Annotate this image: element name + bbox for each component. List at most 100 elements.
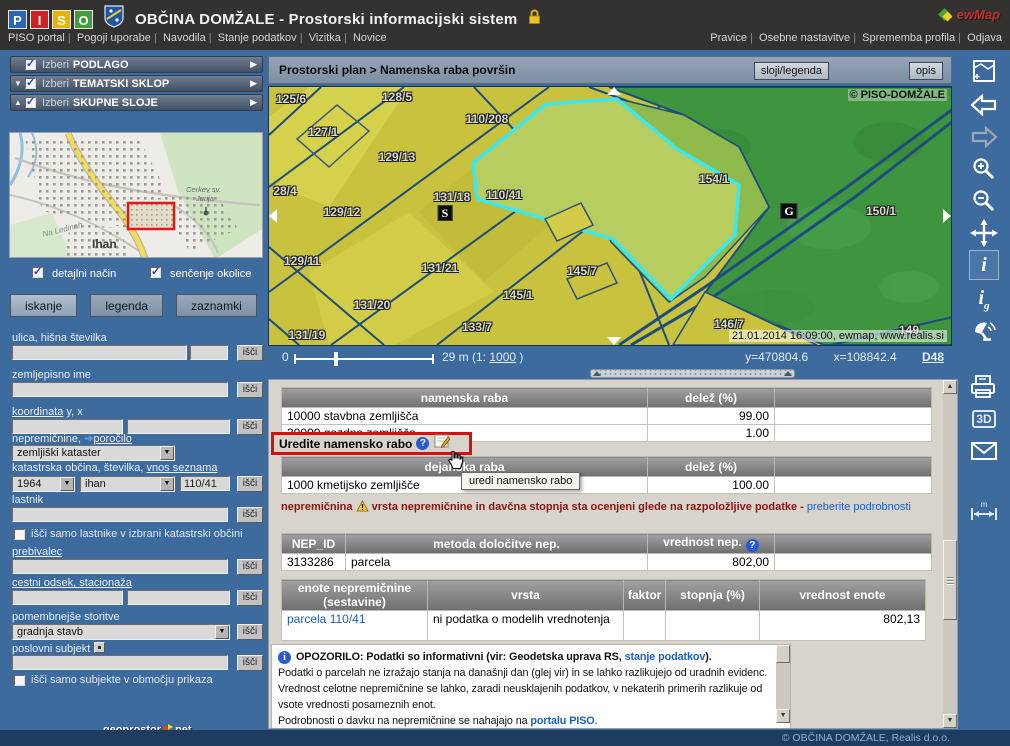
menu-sprememba-profila[interactable]: Sprememba profila (850, 32, 955, 44)
mail-icon[interactable] (969, 436, 999, 466)
menu-piso-portal[interactable]: PISO portal (8, 32, 65, 44)
resident-link[interactable]: prebivalec (12, 546, 62, 558)
placename-input[interactable] (12, 382, 228, 397)
resident-input[interactable] (12, 559, 228, 574)
street-input[interactable] (12, 345, 187, 360)
menu-vizitka[interactable]: Vizitka (297, 32, 341, 44)
scale-slider-handle[interactable] (334, 352, 338, 366)
tab-zaznamki[interactable]: zaznamki (176, 294, 257, 317)
description-button[interactable]: opis (909, 62, 943, 80)
dropdown-arrow-icon[interactable]: ▼ (160, 477, 174, 491)
report-link[interactable]: poročilo (93, 433, 132, 445)
parcel-link[interactable]: parcela 110/41 (287, 612, 366, 626)
measure-tool-icon[interactable]: m (969, 496, 999, 526)
business-info-icon[interactable] (94, 642, 105, 653)
search-street-button[interactable]: išči (237, 345, 263, 361)
services-select[interactable]: gradnja stavb ▼ (12, 624, 230, 640)
pan-south-icon[interactable] (607, 337, 621, 345)
tematski-checkbox[interactable] (25, 78, 36, 89)
info-group-tool-icon[interactable]: ig (969, 284, 999, 314)
accordion-podlago[interactable]: Izberi PODLAGO ▶ (10, 56, 263, 73)
owner-input[interactable] (12, 507, 228, 522)
search-resident-button[interactable]: išči (237, 559, 263, 575)
menu-navodila[interactable]: Navodila (151, 32, 206, 44)
search-placename-button[interactable]: išči (237, 382, 263, 398)
search-coordinate-button[interactable]: išči (237, 419, 263, 435)
menu-novice[interactable]: Novice (341, 32, 387, 44)
zoom-in-icon[interactable] (969, 154, 999, 184)
map-viewport[interactable]: 125/6128/5110/208127/1129/1328/4131/1811… (268, 86, 952, 346)
details-link[interactable]: preberite podrobnosti (807, 501, 911, 513)
cadastral-code-select[interactable]: 1964 ▼ (12, 476, 75, 492)
podlago-checkbox[interactable] (25, 59, 36, 70)
tab-iskanje[interactable]: iskanje (10, 294, 77, 317)
notice-scrollbar-thumb[interactable] (776, 645, 790, 663)
business-filter-checkbox[interactable] (14, 675, 25, 686)
help-icon[interactable] (746, 539, 759, 552)
house-number-input[interactable] (190, 345, 228, 360)
scroll-up-icon[interactable]: ▲ (943, 380, 957, 394)
list-entry-link[interactable]: vnos seznama (147, 462, 218, 474)
layers-legend-button[interactable]: sloji/legenda (754, 62, 829, 80)
detail-mode-checkbox[interactable] (32, 267, 43, 278)
owner-filter-checkbox[interactable] (14, 529, 25, 540)
search-road-button[interactable]: išči (237, 590, 263, 606)
stationing-input[interactable] (127, 590, 230, 605)
parcel-number-input[interactable] (180, 476, 230, 491)
pan-east-icon[interactable] (943, 209, 951, 223)
print-icon[interactable] (969, 372, 999, 402)
tab-legenda[interactable]: legenda (90, 294, 163, 317)
help-icon[interactable] (416, 437, 429, 450)
overview-map[interactable]: Cerkev sv.Jurija Ihan Na Ledinah (9, 132, 263, 258)
pan-tool-icon[interactable] (969, 218, 999, 248)
expand-right-icon[interactable]: ▶ (250, 59, 257, 70)
accordion-tematski-sklop[interactable]: ▼ Izberi TEMATSKI SKLOP ▶ (10, 75, 263, 92)
road-section-input[interactable] (12, 590, 123, 605)
expand-right-icon[interactable]: ▶ (250, 97, 257, 108)
notice-scrollbar[interactable]: ▼ (776, 645, 790, 723)
search-services-button[interactable]: išči (237, 624, 263, 640)
zoom-out-icon[interactable] (969, 186, 999, 216)
3d-view-icon[interactable]: 3D (969, 404, 999, 434)
accordion-arrow-icon[interactable]: ▼ (11, 79, 25, 88)
skupni-checkbox[interactable] (25, 97, 36, 108)
search-owner-button[interactable]: išči (237, 507, 263, 523)
scroll-down-icon[interactable]: ▼ (943, 714, 957, 728)
overview-extent-icon[interactable] (969, 56, 999, 86)
search-cadastral-button[interactable]: išči (237, 476, 263, 492)
scale-slider-track[interactable] (294, 358, 434, 360)
expand-right-icon[interactable]: ▶ (250, 78, 257, 89)
results-scrollbar[interactable]: ▲ ▼ (943, 380, 957, 728)
info-tool-icon[interactable]: i (969, 250, 999, 280)
coordinate-x-input[interactable] (127, 419, 230, 434)
business-input[interactable] (12, 655, 228, 670)
menu-pogoji-uporabe[interactable]: Pogoji uporabe (65, 32, 151, 44)
dropdown-arrow-icon[interactable]: ▼ (215, 625, 229, 639)
gps-tool-icon[interactable] (969, 316, 999, 346)
menu-pravice[interactable]: Pravice (710, 32, 747, 44)
cadastral-name-select[interactable]: ihan ▼ (80, 476, 175, 492)
back-arrow-icon[interactable] (969, 90, 999, 120)
road-section-link[interactable]: cestni odsek, stacionaža (12, 577, 132, 589)
menu-stanje-podatkov[interactable]: Stanje podatkov (206, 32, 297, 44)
datum-link[interactable]: D48 (922, 350, 944, 364)
forward-arrow-icon[interactable] (969, 122, 999, 152)
shading-checkbox[interactable] (150, 267, 161, 278)
scale-value-link[interactable]: 1000 (489, 350, 516, 364)
accordion-skupni-sloji[interactable]: ▲ Izberi SKUPNE SLOJE ▶ (10, 94, 263, 111)
coordinate-link[interactable]: koordinata (12, 406, 63, 418)
notice-scroll-down-icon[interactable]: ▼ (776, 709, 790, 723)
accordion-arrow-icon[interactable]: ▲ (11, 98, 25, 107)
scale-tick (294, 354, 296, 364)
piso-portal-link[interactable]: portalu PISO (530, 715, 594, 727)
pan-north-icon[interactable] (607, 87, 621, 95)
panel-splitter-handle[interactable] (590, 369, 795, 378)
pan-west-icon[interactable] (269, 209, 277, 223)
menu-osebne-nastavitve[interactable]: Osebne nastavitve (747, 32, 850, 44)
dropdown-arrow-icon[interactable]: ▼ (60, 477, 74, 491)
data-status-link[interactable]: stanje podatkov (625, 651, 706, 663)
dropdown-arrow-icon[interactable]: ▼ (160, 446, 174, 460)
results-scrollbar-thumb[interactable] (943, 540, 957, 620)
realestate-select[interactable]: zemljiški kataster ▼ (12, 445, 175, 461)
search-business-button[interactable]: išči (237, 655, 263, 671)
